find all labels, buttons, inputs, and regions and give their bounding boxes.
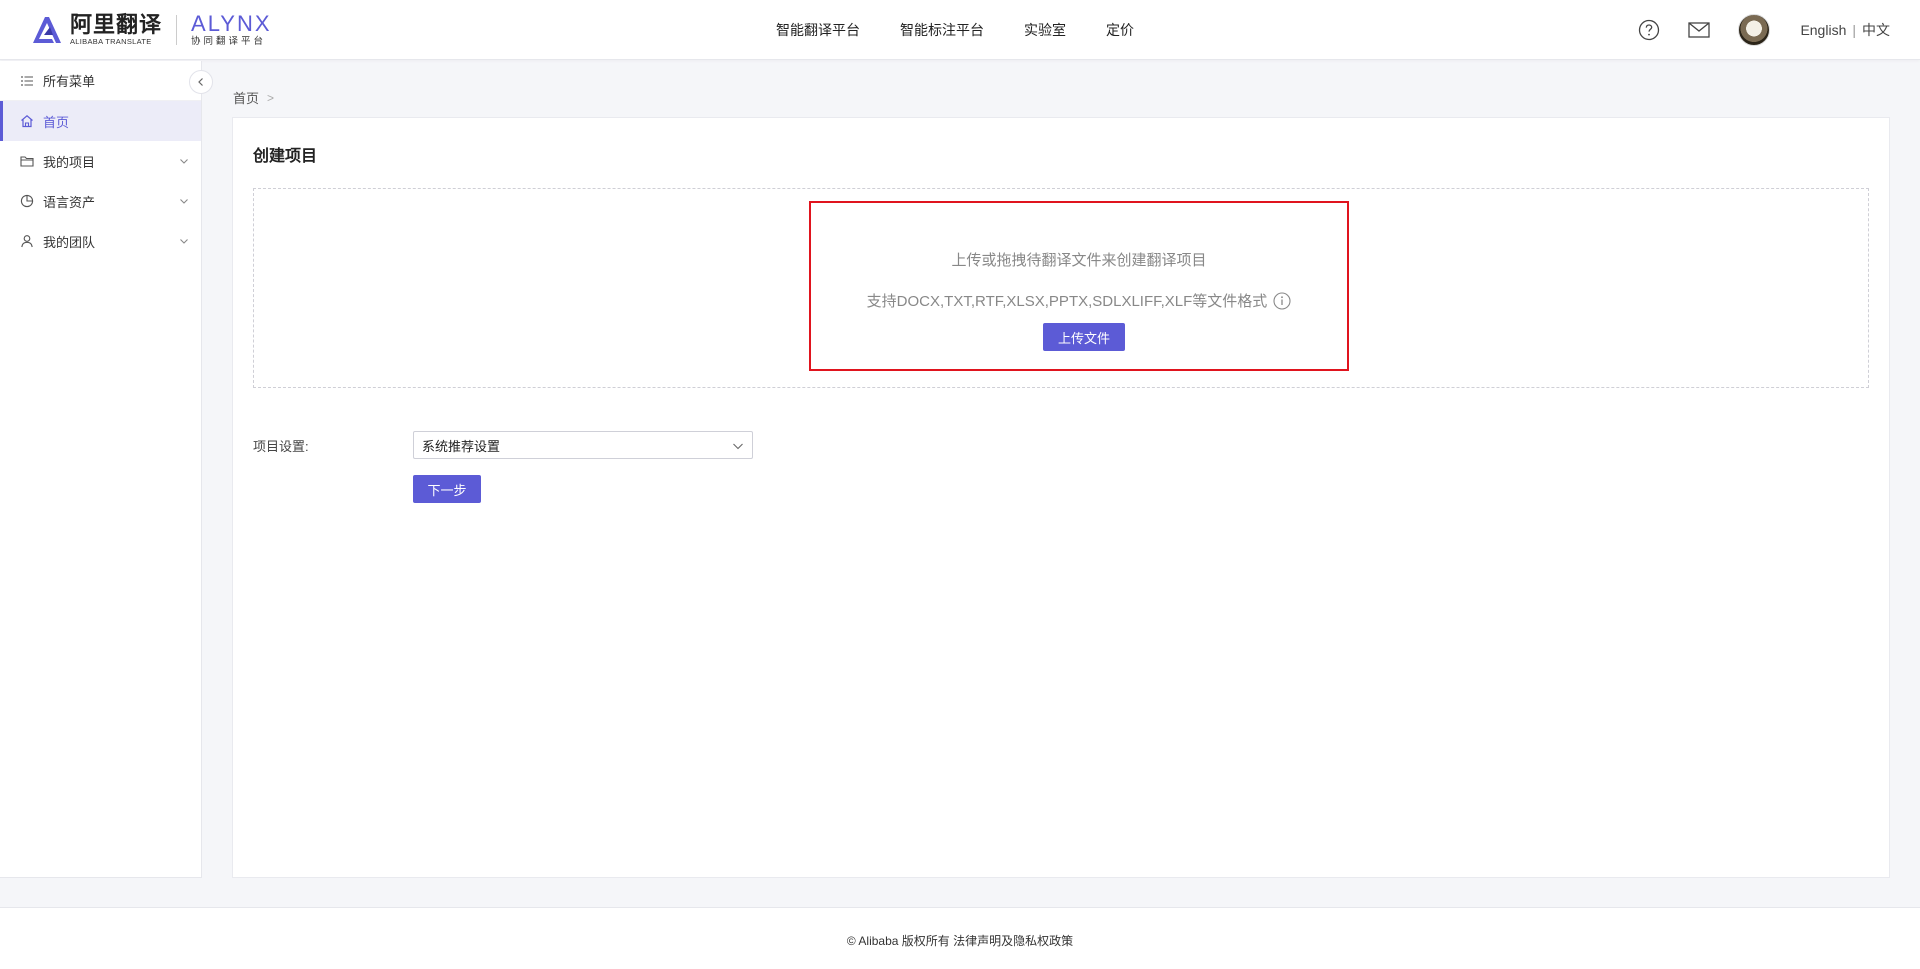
nav-lab[interactable]: 实验室	[1024, 20, 1066, 40]
sidebar-item-language-assets[interactable]: 语言资产	[0, 181, 201, 221]
info-icon[interactable]	[1273, 291, 1291, 310]
top-header: 阿里翻译 ALIBABA TRANSLATE ALYNX 协同翻译平台 智能翻译…	[0, 0, 1920, 60]
footer: © Alibaba 版权所有 法律声明及隐私权政策	[0, 907, 1920, 969]
project-settings-value: 系统推荐设置	[422, 438, 501, 454]
logo-cn-subtitle: ALIBABA TRANSLATE	[70, 36, 152, 46]
breadcrumb: 首页 >	[233, 88, 274, 107]
dropzone-formats-text: 支持DOCX,TXT,RTF,XLSX,PPTX,SDLXLIFF,XLF等文件…	[866, 293, 1268, 310]
chevron-left-icon	[198, 78, 203, 86]
sidebar-item-home[interactable]: 首页	[0, 101, 201, 141]
nav-pricing[interactable]: 定价	[1106, 20, 1134, 40]
sidebar-item-label: 我的项目	[43, 154, 96, 170]
nav-smart-translation[interactable]: 智能翻译平台	[776, 20, 860, 40]
sidebar-item-label: 首页	[43, 114, 70, 130]
top-nav: 智能翻译平台 智能标注平台 实验室 定价	[776, 0, 1174, 60]
chevron-down-icon	[733, 443, 743, 450]
chevron-down-icon	[180, 239, 188, 244]
sidebar-item-my-team[interactable]: 我的团队	[0, 221, 201, 261]
sidebar: 所有菜单 首页 我的项目 语言资产 我的团队	[0, 61, 202, 878]
upload-file-button[interactable]: 上传文件	[1043, 323, 1125, 351]
header-actions: English | 中文	[1638, 0, 1890, 60]
pie-chart-icon	[20, 194, 34, 208]
dropzone-instruction: 上传或拖拽待翻译文件来创建翻译项目	[951, 252, 1207, 269]
chevron-down-icon	[180, 159, 188, 164]
breadcrumb-separator: >	[267, 90, 275, 105]
sidebar-item-label: 语言资产	[43, 194, 96, 210]
next-step-button[interactable]: 下一步	[413, 475, 481, 503]
chevron-down-icon	[180, 199, 188, 204]
project-settings-label: 项目设置:	[253, 439, 309, 454]
lang-chinese[interactable]: 中文	[1862, 22, 1890, 38]
footer-copyright: © Alibaba 版权所有 法律声明及隐私权政策	[846, 934, 1074, 948]
list-icon	[20, 74, 34, 88]
logo-cn-title: 阿里翻译	[70, 11, 163, 37]
highlight-box: 上传或拖拽待翻译文件来创建翻译项目 支持DOCX,TXT,RTF,XLSX,PP…	[809, 201, 1349, 371]
logo-en-title: ALYNX	[191, 11, 272, 36]
breadcrumb-home[interactable]: 首页	[233, 88, 259, 107]
file-dropzone[interactable]: 上传或拖拽待翻译文件来创建翻译项目 支持DOCX,TXT,RTF,XLSX,PP…	[253, 188, 1869, 388]
logo-en-subtitle: 协同翻译平台	[191, 36, 267, 47]
folder-icon	[20, 154, 34, 168]
alibaba-translate-logo-icon	[33, 16, 61, 43]
language-switch: English | 中文	[1800, 20, 1890, 40]
user-icon	[20, 234, 34, 248]
sidebar-all-menu-label: 所有菜单	[43, 74, 96, 89]
sidebar-item-label: 我的团队	[43, 234, 96, 250]
logo[interactable]: 阿里翻译 ALIBABA TRANSLATE ALYNX 协同翻译平台	[30, 12, 272, 47]
sidebar-all-menu[interactable]: 所有菜单	[0, 61, 201, 101]
lang-english[interactable]: English	[1800, 22, 1846, 38]
home-icon	[20, 114, 34, 128]
lang-separator: |	[1852, 22, 1856, 38]
help-icon[interactable]	[1638, 19, 1660, 41]
page-title: 创建项目	[253, 148, 318, 165]
sidebar-collapse-button[interactable]	[189, 70, 213, 94]
nav-smart-annotation[interactable]: 智能标注平台	[900, 20, 984, 40]
dropzone-formats: 支持DOCX,TXT,RTF,XLSX,PPTX,SDLXLIFF,XLF等文件…	[811, 290, 1347, 311]
avatar[interactable]	[1738, 14, 1771, 46]
sidebar-item-my-projects[interactable]: 我的项目	[0, 141, 201, 181]
logo-divider	[176, 14, 178, 45]
project-settings-select[interactable]: 系统推荐设置	[413, 431, 753, 459]
mail-icon[interactable]	[1688, 19, 1711, 41]
create-project-card: 创建项目 上传或拖拽待翻译文件来创建翻译项目 支持DOCX,TXT,RTF,XL…	[232, 117, 1890, 878]
